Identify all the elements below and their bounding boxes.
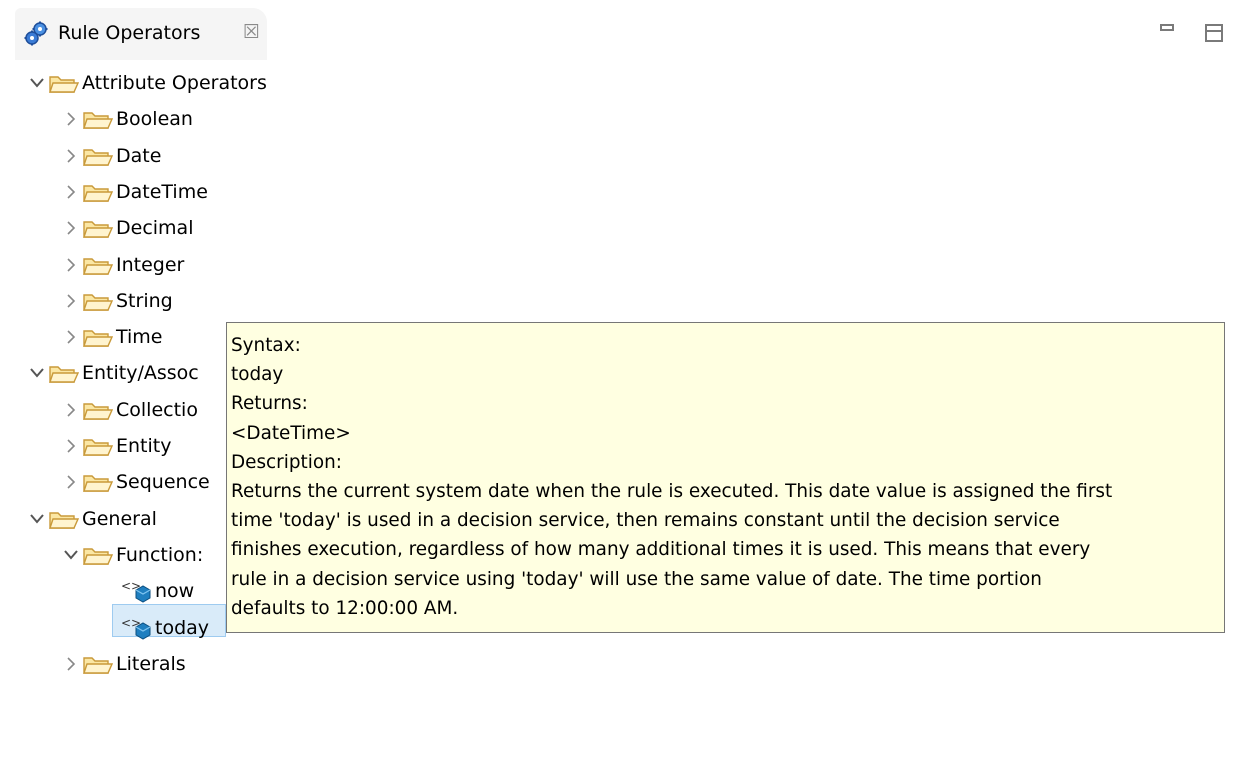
tree-item-label: today	[155, 617, 210, 639]
chevron-right-icon[interactable]	[62, 395, 80, 425]
tree-item-decimal[interactable]: Decimal	[62, 213, 193, 243]
chevron-right-icon[interactable]	[62, 467, 80, 497]
tree-item-label: DateTime	[116, 181, 208, 203]
folder-icon	[83, 250, 113, 280]
tooltip-returns-value: <DateTime>	[231, 422, 351, 444]
tree-item-collection[interactable]: Collectio	[62, 395, 198, 425]
chevron-right-icon[interactable]	[62, 213, 80, 243]
folder-icon	[83, 213, 113, 243]
folder-icon	[83, 395, 113, 425]
tree-item-entity-association[interactable]: Entity/Assoc	[28, 358, 199, 388]
tree-item-time[interactable]: Time	[62, 322, 163, 352]
chevron-down-icon[interactable]	[28, 68, 46, 98]
tree-item-label: String	[116, 290, 173, 312]
tree-item-entity[interactable]: Entity	[62, 431, 171, 461]
chevron-down-icon[interactable]	[28, 358, 46, 388]
tooltip-syntax-heading: Syntax:	[231, 335, 301, 356]
tree-item-label: General	[82, 508, 157, 530]
chevron-down-icon[interactable]	[62, 540, 80, 570]
chevron-right-icon[interactable]	[62, 322, 80, 352]
tree-item-label: now	[155, 580, 195, 602]
tree-item-now[interactable]: <> now	[118, 576, 194, 606]
function-icon: <>	[118, 576, 152, 606]
tooltip-description-line: defaults to 12:00:00 AM.	[231, 597, 459, 619]
tree-item-date[interactable]: Date	[62, 141, 161, 171]
tooltip-description-line: Returns the current system date when the…	[231, 481, 1113, 503]
tree-item-literals[interactable]: Literals	[62, 649, 186, 679]
tree-item-boolean[interactable]: Boolean	[62, 104, 193, 134]
tree-item-label: Collectio	[116, 399, 198, 421]
folder-icon	[83, 177, 113, 207]
folder-icon	[83, 104, 113, 134]
tab-title: Rule Operators	[58, 22, 201, 44]
tree-item-integer[interactable]: Integer	[62, 250, 184, 280]
view-tab-bar: Rule Operators ☒	[0, 0, 1253, 60]
close-icon[interactable]: ☒	[243, 20, 260, 44]
tree-item-label: Attribute Operators	[82, 72, 267, 94]
folder-icon	[83, 286, 113, 316]
tooltip-description-line: time 'today' is used in a decision servi…	[231, 510, 1060, 532]
tree-item-functions[interactable]: Function:	[62, 540, 203, 570]
tooltip-popup: Syntax: today Returns: <DateTime> Descri…	[226, 322, 1225, 633]
chevron-right-icon[interactable]	[62, 649, 80, 679]
tooltip-description-line: finishes execution, regardless of how ma…	[231, 539, 1091, 561]
rule-operators-gears-icon	[23, 21, 49, 47]
folder-icon	[83, 431, 113, 461]
tooltip-description-heading: Description:	[231, 451, 342, 473]
folder-icon	[83, 649, 113, 679]
chevron-right-icon[interactable]	[62, 104, 80, 134]
tooltip-syntax-value: today	[231, 364, 284, 386]
folder-icon	[83, 467, 113, 497]
tree-item-string[interactable]: String	[62, 286, 173, 316]
tree-item-label: Time	[116, 326, 163, 348]
tree-item-label: Function:	[116, 544, 204, 566]
tooltip-description-line: rule in a decision service using 'today'…	[231, 568, 1042, 590]
tab-rule-operators[interactable]: Rule Operators ☒	[15, 8, 267, 60]
minimize-view-button[interactable]	[1160, 24, 1174, 31]
folder-icon	[83, 540, 113, 570]
tree-item-label: Sequence	[116, 471, 210, 493]
tree-item-attribute-operators[interactable]: Attribute Operators	[28, 68, 267, 98]
tooltip-returns-heading: Returns:	[231, 393, 308, 415]
tree-item-label: Boolean	[116, 108, 193, 130]
tree-item-sequence[interactable]: Sequence	[62, 467, 210, 497]
tree-item-datetime[interactable]: DateTime	[62, 177, 208, 207]
tree-item-label: Integer	[116, 254, 185, 276]
folder-icon	[49, 358, 79, 388]
chevron-right-icon[interactable]	[62, 177, 80, 207]
tree-item-label: Literals	[116, 653, 186, 675]
maximize-view-button[interactable]	[1205, 24, 1223, 42]
folder-icon	[83, 322, 113, 352]
chevron-right-icon[interactable]	[62, 286, 80, 316]
tree-item-label: Entity/Assoc	[82, 362, 199, 384]
folder-icon	[83, 141, 113, 171]
tree-item-today[interactable]: <> today	[118, 613, 209, 643]
chevron-right-icon[interactable]	[62, 250, 80, 280]
chevron-down-icon[interactable]	[28, 504, 46, 534]
chevron-right-icon[interactable]	[62, 431, 80, 461]
tree-item-general[interactable]: General	[28, 504, 157, 534]
tree-item-label: Decimal	[116, 217, 194, 239]
tree-item-label: Entity	[116, 435, 172, 457]
folder-icon	[49, 68, 79, 98]
chevron-right-icon[interactable]	[62, 141, 80, 171]
folder-icon	[49, 504, 79, 534]
tree-item-label: Date	[116, 145, 162, 167]
function-icon: <>	[118, 613, 152, 643]
